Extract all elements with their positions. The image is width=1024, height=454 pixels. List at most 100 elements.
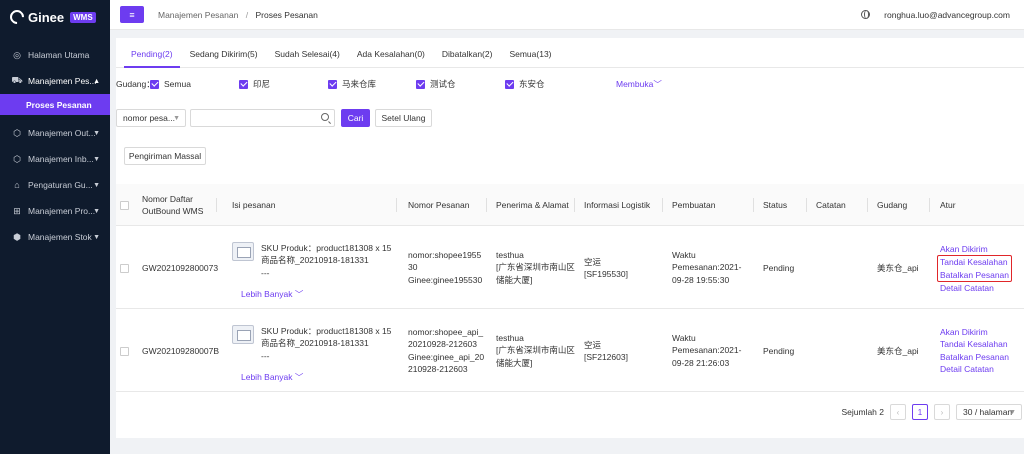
search-field-select[interactable]: nomor pesa... ▼ (116, 109, 186, 127)
note-action[interactable]: Catatan (964, 283, 994, 293)
row-checkbox[interactable] (120, 347, 129, 356)
order-line: Ginee:ginee195530 (408, 274, 483, 285)
main-card: Pending(2) Sedang Dikirim(5) Sudah Seles… (116, 38, 1024, 438)
warehouse-name: 美东仓_api (877, 263, 919, 273)
col-logistics: Informasi Logistik (584, 199, 651, 210)
detail-action[interactable]: Detail (940, 283, 962, 293)
sidebar-item-dashboard[interactable]: ◎ Halaman Utama (0, 42, 110, 68)
hamburger-icon: ≡ (129, 9, 135, 20)
created-time: Waktu Pemesanan:2021- 09-28 21:26:03 (672, 332, 741, 369)
cancel-order-action[interactable]: Batalkan Pesanan (940, 351, 1009, 363)
logistics-line: [SF212603] (584, 352, 628, 363)
note-action[interactable]: Catatan (964, 364, 994, 374)
sidebar-item-outbound[interactable]: ⬡ Manajemen Out... ▼ (0, 120, 110, 146)
created-line: Waktu (672, 333, 696, 343)
logistics-info: 空运 [SF212603] (584, 339, 628, 364)
sidebar-item-label: Manajemen Pro... (28, 206, 96, 216)
order-number: nomor:shopee1955 30 Ginee:ginee195530 (408, 249, 482, 286)
sidebar-item-order-management[interactable]: ⛟ Manajemen Pes... ▲ (0, 68, 110, 94)
page-size-select[interactable]: 30 / halaman ▼ (956, 404, 1022, 420)
warehouse-option-label: 东安仓 (519, 79, 545, 89)
sidebar-item-warehouse-settings[interactable]: ⌂ Pengaturan Gu... ▼ (0, 172, 110, 198)
reset-button[interactable]: Setel Ulang (375, 109, 432, 127)
warehouse-option-label: 测试仓 (430, 79, 456, 89)
sidebar-item-product[interactable]: ⊞ Manajemen Pro... ▼ (0, 198, 110, 224)
menu-toggle-button[interactable]: ≡ (120, 6, 144, 23)
tab-pending[interactable]: Pending(2) (124, 49, 180, 68)
tab-all[interactable]: Semua(13) (502, 49, 558, 67)
next-page-button[interactable]: › (934, 404, 950, 420)
chevron-up-icon: ▲ (93, 77, 100, 85)
chevron-down-icon: ▼ (93, 155, 100, 163)
chevron-down-icon: ﹀ (294, 289, 304, 299)
sidebar-subitem-process-orders[interactable]: Proses Pesanan (0, 94, 110, 115)
search-button[interactable]: Cari (341, 109, 370, 127)
col-warehouse: Gudang (877, 199, 908, 210)
tab-error[interactable]: Ada Kesalahan(0) (350, 49, 432, 67)
detail-action[interactable]: Detail (940, 364, 962, 374)
breadcrumb-parent[interactable]: Manajemen Pesanan (158, 10, 238, 20)
logistics-line: [SF195530] (584, 269, 628, 280)
checkbox-checked[interactable] (505, 79, 514, 89)
chevron-down-icon: ﹀ (653, 79, 662, 89)
bulk-ship-button[interactable]: Pengiriman Massal (124, 147, 206, 165)
search-icon[interactable] (321, 113, 329, 121)
column-divider (806, 198, 807, 212)
warehouse-option-all[interactable]: Semua (150, 79, 191, 89)
row-checkbox[interactable] (120, 264, 129, 273)
logo[interactable]: Ginee WMS (0, 0, 110, 34)
stock-icon: ⬢ (13, 231, 21, 242)
order-number: nomor:shopee_api_ 20210928-212603 Ginee:… (408, 326, 484, 375)
recipient-line: [广东省深圳市南山区 (496, 262, 575, 273)
globe-icon[interactable] (861, 10, 871, 19)
mark-error-action[interactable]: Tandai Kesalahan (940, 338, 1009, 350)
warehouse-option-dongan[interactable]: 东安仓 (505, 78, 545, 90)
dashboard-icon: ◎ (13, 49, 21, 60)
order-content: SKU Produk：product181308 x 15 商品名称_20210… (261, 242, 391, 279)
outbound-icon: ⬡ (13, 127, 21, 138)
col-outbound-no-line1: Nomor Daftar (142, 193, 194, 204)
search-input[interactable] (190, 109, 335, 127)
ship-action[interactable]: Akan Dikirim (940, 326, 1009, 338)
checkbox-checked[interactable] (328, 79, 337, 89)
warehouse-name: 美东仓_api (877, 346, 919, 356)
user-email[interactable]: ronghua.luo@advancegroup.com (884, 10, 1010, 20)
prev-page-button[interactable]: ‹ (890, 404, 906, 420)
mark-error-action[interactable]: Tandai Kesalahan (940, 256, 1009, 268)
sidebar-item-stock[interactable]: ⬢ Manajemen Stok ▼ (0, 224, 110, 250)
expand-filter-label: Membuka (616, 79, 654, 89)
warehouse-option-malaysia[interactable]: 马来仓库 (328, 78, 376, 90)
highlighted-actions-box: Tandai Kesalahan Batalkan Pesanan (937, 255, 1012, 282)
chevron-down-icon: ﹀ (294, 372, 304, 382)
select-all-checkbox[interactable] (120, 200, 129, 210)
logistics-info: 空运 [SF195530] (584, 256, 628, 281)
show-more-link[interactable]: Lebih Banyak ﹀ (241, 371, 303, 383)
checkbox-checked[interactable] (239, 79, 248, 89)
logo-badge: WMS (70, 11, 96, 23)
warehouse-option-label: 印尼 (253, 79, 271, 89)
outbound-no: GW2021092800073 (142, 263, 219, 273)
checkbox-checked[interactable] (150, 79, 159, 89)
page-1-button[interactable]: 1 (912, 404, 928, 420)
tab-completed[interactable]: Sudah Selesai(4) (268, 49, 347, 67)
chevron-down-icon: ▼ (173, 114, 180, 122)
checkbox-checked[interactable] (416, 79, 425, 89)
status-tabs: Pending(2) Sedang Dikirim(5) Sudah Seles… (116, 38, 1024, 68)
tab-shipping[interactable]: Sedang Dikirim(5) (183, 49, 265, 67)
created-line: Waktu (672, 250, 696, 260)
show-more-link[interactable]: Lebih Banyak ﹀ (241, 288, 303, 300)
cart-icon: ⛟ (11, 75, 23, 85)
pagination: Sejumlah 2 ‹ 1 › 30 / halaman ▼ (841, 404, 1022, 420)
warehouse-option-test[interactable]: 测试仓 (416, 78, 456, 90)
sidebar-item-label: Manajemen Out... (28, 128, 96, 138)
warehouse-option-indonesia[interactable]: 印尼 (239, 78, 270, 90)
column-divider (574, 198, 575, 212)
col-notes: Catatan (816, 199, 846, 210)
created-line: Pemesanan:2021- (672, 345, 742, 356)
expand-filter-link[interactable]: Membuka﹀ (616, 78, 662, 90)
tab-cancelled[interactable]: Dibatalkan(2) (435, 49, 500, 67)
cancel-order-action[interactable]: Batalkan Pesanan (940, 269, 1009, 281)
sidebar-item-inbound[interactable]: ⬡ Manajemen Inb... ▼ (0, 146, 110, 172)
ship-action[interactable]: Akan Dikirim (940, 243, 1012, 255)
content-line: --- (261, 350, 270, 361)
